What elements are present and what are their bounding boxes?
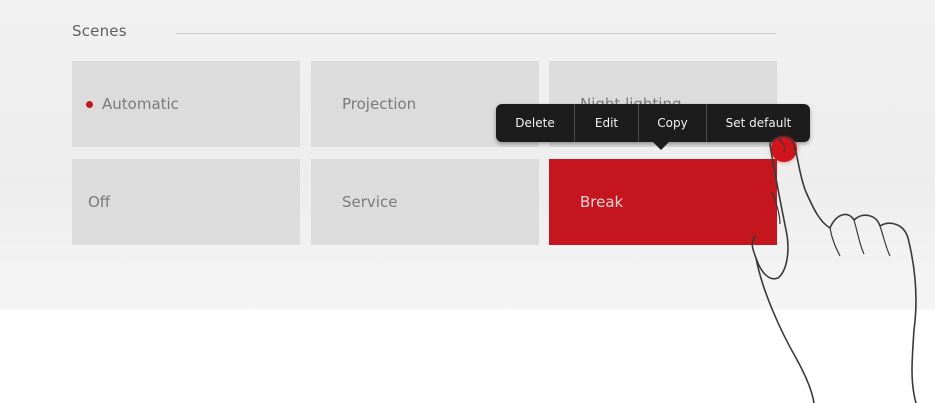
section-title: Scenes <box>72 22 127 40</box>
scene-label: Projection <box>342 95 417 113</box>
scene-label: Break <box>580 193 624 211</box>
context-menu-caret <box>652 141 670 150</box>
scene-tile-automatic[interactable]: Automatic <box>72 61 300 147</box>
scene-label: Service <box>342 193 398 211</box>
section-divider <box>176 33 776 34</box>
hand-pointer-icon <box>751 135 917 403</box>
copy-button[interactable]: Copy <box>638 104 706 142</box>
scene-label: Automatic <box>102 95 179 113</box>
edit-button[interactable]: Edit <box>574 104 638 142</box>
active-indicator-dot <box>86 100 93 108</box>
scene-label: Off <box>88 193 111 211</box>
delete-button[interactable]: Delete <box>496 104 574 142</box>
scene-tile-off[interactable]: Off <box>72 159 300 245</box>
scene-tile-service[interactable]: Service <box>311 159 539 245</box>
